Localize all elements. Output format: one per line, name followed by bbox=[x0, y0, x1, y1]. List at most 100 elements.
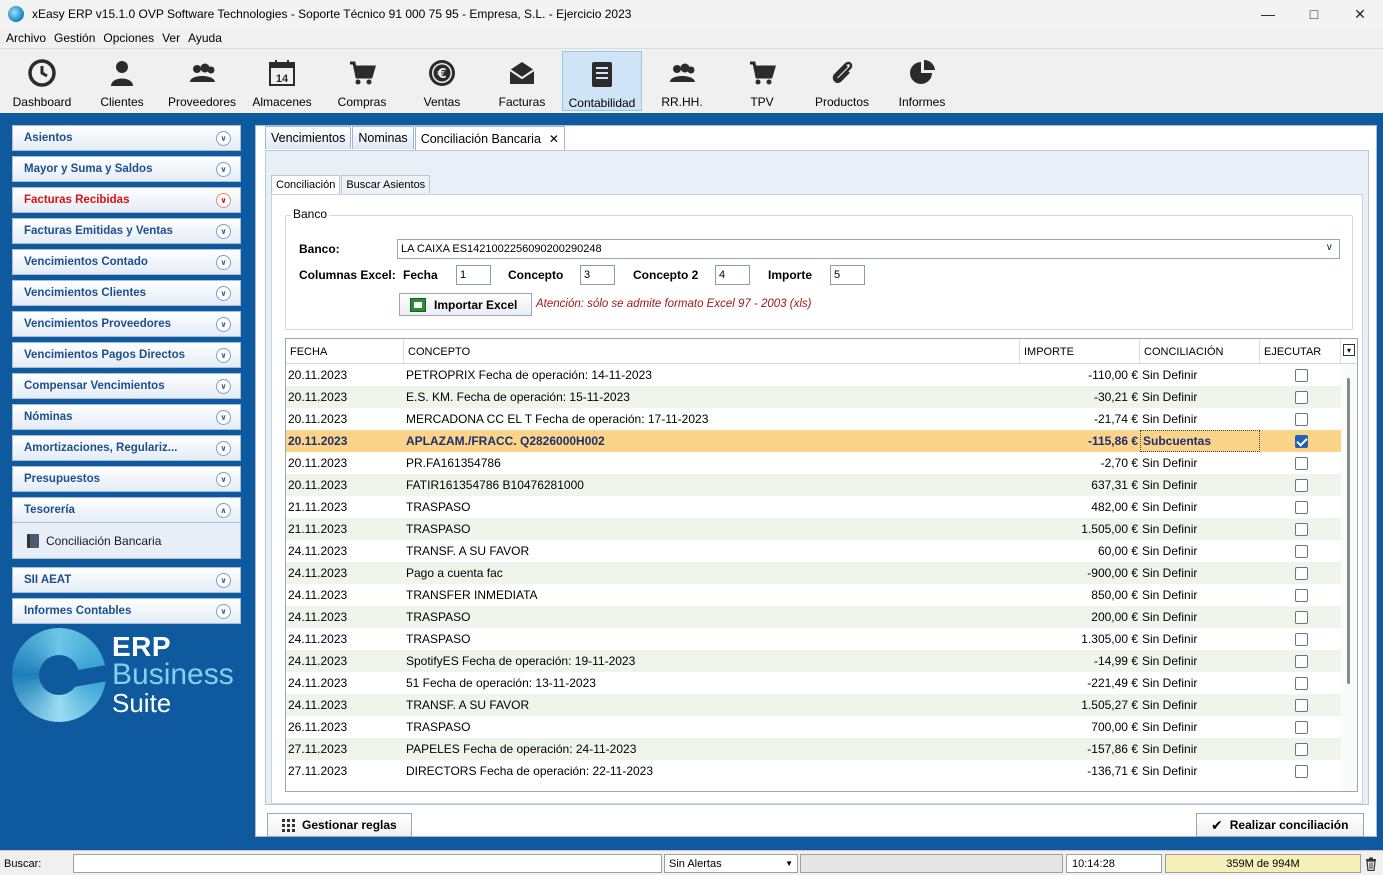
importe-col-input[interactable]: 5 bbox=[830, 265, 865, 285]
sidebar-item-mayor[interactable]: Mayor y Suma y Saldos ∨ bbox=[12, 156, 241, 182]
importar-excel-button[interactable]: Importar Excel bbox=[399, 293, 532, 316]
ejecutar-checkbox[interactable] bbox=[1295, 478, 1308, 492]
sidebar-item-vencimientos-proveedores[interactable]: Vencimientos Proveedores ∨ bbox=[12, 311, 241, 337]
column-chooser-icon[interactable]: ▾ bbox=[1343, 344, 1355, 356]
table-row[interactable]: 24.11.2023 SpotifyES Fecha de operación: … bbox=[286, 650, 1341, 672]
toolbar-clientes-button[interactable]: Clientes bbox=[82, 51, 162, 111]
table-row[interactable]: 20.11.2023 FATIR161354786 B10476281000 637… bbox=[286, 474, 1341, 496]
sidebar-item-amortizaciones[interactable]: Amortizaciones, Regulariz... ∨ bbox=[12, 435, 241, 461]
realizar-conciliacion-button[interactable]: ✔ Realizar conciliación bbox=[1196, 813, 1364, 837]
sidebar-item-vencimientos-pagos-directos[interactable]: Vencimientos Pagos Directos ∨ bbox=[12, 342, 241, 368]
table-row[interactable]: 20.11.2023 PR.FA161354786 -2,70 € Sin Defin… bbox=[286, 452, 1341, 474]
table-row[interactable]: 27.11.2023 PAPELES Fecha de operación: 24… bbox=[286, 738, 1341, 760]
sidebar-item-nominas[interactable]: Nóminas ∨ bbox=[12, 404, 241, 430]
cell-conciliacion[interactable]: Sin Definir bbox=[1140, 606, 1260, 628]
ejecutar-checkbox[interactable] bbox=[1295, 742, 1308, 756]
cell-conciliacion[interactable]: Sin Definir bbox=[1140, 474, 1260, 496]
sidebar-subitem-conciliacion-bancaria[interactable]: Conciliación Bancaria bbox=[12, 523, 241, 559]
ejecutar-checkbox[interactable] bbox=[1295, 434, 1308, 448]
cell-conciliacion[interactable]: Sin Definir bbox=[1140, 518, 1260, 540]
cell-conciliacion[interactable]: Sin Definir bbox=[1140, 562, 1260, 584]
column-header-conciliacion[interactable]: CONCILIACIÓN bbox=[1140, 339, 1260, 364]
cell-conciliacion[interactable]: Sin Definir bbox=[1140, 650, 1260, 672]
table-row[interactable]: 24.11.2023 Pago a cuenta fac -900,00 € Sin … bbox=[286, 562, 1341, 584]
alertas-select[interactable]: Sin Alertas ▼ bbox=[664, 854, 798, 873]
cell-conciliacion[interactable]: Subcuentas bbox=[1140, 430, 1260, 452]
ejecutar-checkbox[interactable] bbox=[1295, 588, 1308, 602]
buscar-input[interactable] bbox=[73, 854, 662, 873]
ejecutar-checkbox[interactable] bbox=[1295, 720, 1308, 734]
menu-gestion[interactable]: Gestión bbox=[51, 31, 98, 45]
table-row[interactable]: 24.11.2023 51 Fecha de operación: 13-11-2… bbox=[286, 672, 1341, 694]
sidebar-item-facturas-emitidas[interactable]: Facturas Emitidas y Ventas ∨ bbox=[12, 218, 241, 244]
subtab-buscar-asientos[interactable]: Buscar Asientos bbox=[341, 175, 431, 193]
ejecutar-checkbox[interactable] bbox=[1295, 500, 1308, 514]
subtab-conciliacion[interactable]: Conciliación bbox=[271, 175, 341, 194]
ejecutar-checkbox[interactable] bbox=[1295, 390, 1308, 404]
toolbar-compras-button[interactable]: Compras bbox=[322, 51, 402, 111]
tab-conciliacion-bancaria[interactable]: Conciliación Bancaria ✕ bbox=[414, 126, 565, 150]
banco-select[interactable]: LA CAIXA ES1421002256090200290248 ∨ bbox=[397, 239, 1340, 259]
gestionar-reglas-button[interactable]: Gestionar reglas bbox=[267, 813, 412, 837]
tab-nominas[interactable]: Nominas bbox=[352, 126, 414, 149]
table-row[interactable]: 20.11.2023 E.S. KM. Fecha de operación: 1… bbox=[286, 386, 1341, 408]
sidebar-item-tesoreria[interactable]: Tesorería ∧ bbox=[12, 497, 241, 523]
cell-conciliacion[interactable]: Sin Definir bbox=[1140, 760, 1260, 782]
table-row[interactable]: 21.11.2023 TRASPASO 1.505,00 € Sin Definir bbox=[286, 518, 1341, 540]
toolbar-facturas-button[interactable]: Facturas bbox=[482, 51, 562, 111]
cell-conciliacion[interactable]: Sin Definir bbox=[1140, 716, 1260, 738]
cell-conciliacion[interactable]: Sin Definir bbox=[1140, 628, 1260, 650]
toolbar-proveedores-button[interactable]: Proveedores bbox=[162, 51, 242, 111]
cell-conciliacion[interactable]: Sin Definir bbox=[1140, 364, 1260, 386]
sidebar-item-informes-contables[interactable]: Informes Contables ∨ bbox=[12, 598, 241, 624]
ejecutar-checkbox[interactable] bbox=[1295, 764, 1308, 778]
cell-conciliacion[interactable]: Sin Definir bbox=[1140, 386, 1260, 408]
sidebar-item-asientos[interactable]: Asientos ∨ bbox=[12, 125, 241, 151]
scrollbar-thumb[interactable] bbox=[1347, 378, 1350, 684]
toolbar-contabilidad-button[interactable]: Contabilidad bbox=[562, 51, 642, 111]
menu-ver[interactable]: Ver bbox=[159, 31, 183, 45]
toolbar-dashboard-button[interactable]: Dashboard bbox=[2, 51, 82, 111]
sidebar-item-vencimientos-clientes[interactable]: Vencimientos Clientes ∨ bbox=[12, 280, 241, 306]
toolbar-ventas-button[interactable]: € Ventas bbox=[402, 51, 482, 111]
ejecutar-checkbox[interactable] bbox=[1295, 368, 1308, 382]
ejecutar-checkbox[interactable] bbox=[1295, 522, 1308, 536]
cell-conciliacion[interactable]: Sin Definir bbox=[1140, 540, 1260, 562]
column-header-fecha[interactable]: FECHA bbox=[286, 339, 404, 364]
table-row[interactable]: 24.11.2023 TRANSF. A SU FAVOR 60,00 € Sin D… bbox=[286, 540, 1341, 562]
ejecutar-checkbox[interactable] bbox=[1295, 566, 1308, 580]
column-header-importe[interactable]: IMPORTE bbox=[1020, 339, 1140, 364]
table-row[interactable]: 21.11.2023 TRASPASO 482,00 € Sin Definir bbox=[286, 496, 1341, 518]
table-row[interactable]: 24.11.2023 TRANSFER INMEDIATA 850,00 € Sin … bbox=[286, 584, 1341, 606]
toolbar-tpv-button[interactable]: TPV bbox=[722, 51, 802, 111]
table-row[interactable]: 20.11.2023 APLAZAM./FRACC. Q2826000H002 -1… bbox=[286, 430, 1341, 452]
table-row[interactable]: 24.11.2023 TRASPASO 200,00 € Sin Definir bbox=[286, 606, 1341, 628]
concepto2-col-input[interactable]: 4 bbox=[715, 265, 750, 285]
cell-conciliacion[interactable]: Sin Definir bbox=[1140, 408, 1260, 430]
cell-conciliacion[interactable]: Sin Definir bbox=[1140, 496, 1260, 518]
trash-icon[interactable] bbox=[1364, 854, 1378, 873]
close-icon[interactable]: ✕ bbox=[1337, 0, 1383, 28]
sidebar-item-vencimientos-contado[interactable]: Vencimientos Contado ∨ bbox=[12, 249, 241, 275]
minimize-icon[interactable]: — bbox=[1245, 0, 1291, 28]
toolbar-almacenes-button[interactable]: 14 Almacenes bbox=[242, 51, 322, 111]
table-row[interactable]: 26.11.2023 TRASPASO 700,00 € Sin Definir bbox=[286, 716, 1341, 738]
ejecutar-checkbox[interactable] bbox=[1295, 676, 1308, 690]
table-row[interactable]: 24.11.2023 TRASPASO 1.305,00 € Sin Definir bbox=[286, 628, 1341, 650]
menu-archivo[interactable]: Archivo bbox=[3, 31, 49, 45]
toolbar-informes-button[interactable]: Informes bbox=[882, 51, 962, 111]
toolbar-rrhh-button[interactable]: RR.HH. bbox=[642, 51, 722, 111]
ejecutar-checkbox[interactable] bbox=[1295, 456, 1308, 470]
ejecutar-checkbox[interactable] bbox=[1295, 412, 1308, 426]
table-row[interactable]: 20.11.2023 MERCADONA CC EL T Fecha de ope… bbox=[286, 408, 1341, 430]
sidebar-item-facturas-recibidas[interactable]: Facturas Recibidas ∨ bbox=[12, 187, 241, 213]
cell-conciliacion[interactable]: Sin Definir bbox=[1140, 694, 1260, 716]
tab-vencimientos[interactable]: Vencimientos bbox=[265, 126, 352, 149]
table-row[interactable]: 20.11.2023 PETROPRIX Fecha de operación: … bbox=[286, 364, 1341, 386]
close-tab-icon[interactable]: ✕ bbox=[549, 132, 559, 146]
cell-conciliacion[interactable]: Sin Definir bbox=[1140, 584, 1260, 606]
sidebar-item-presupuestos[interactable]: Presupuestos ∨ bbox=[12, 466, 241, 492]
ejecutar-checkbox[interactable] bbox=[1295, 632, 1308, 646]
table-row[interactable]: 24.11.2023 TRANSF. A SU FAVOR 1.505,27 € Si… bbox=[286, 694, 1341, 716]
menu-ayuda[interactable]: Ayuda bbox=[185, 31, 225, 45]
